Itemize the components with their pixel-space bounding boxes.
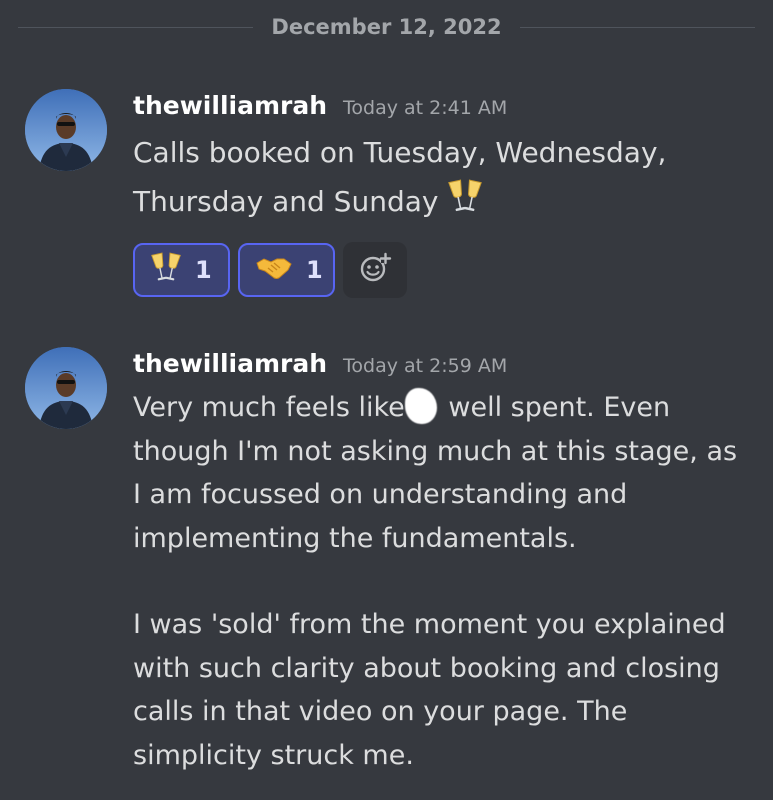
message-content: thewilliamrah Today at 2:41 AM Calls boo… — [133, 84, 753, 298]
message-content: thewilliamrah Today at 2:59 AM Very much… — [133, 342, 753, 777]
message-header: thewilliamrah Today at 2:41 AM — [133, 84, 753, 128]
avatar-image — [25, 347, 107, 429]
clinking-glasses-icon — [151, 252, 181, 288]
message-text: Very much feels like well spent. Even th… — [133, 386, 753, 777]
avatar-image — [25, 89, 107, 171]
avatar[interactable] — [25, 89, 107, 171]
reactions-bar: 1 1 — [133, 242, 753, 298]
divider-line-left — [18, 26, 254, 28]
message-header: thewilliamrah Today at 2:59 AM — [133, 342, 753, 386]
date-divider-label: December 12, 2022 — [271, 15, 502, 39]
add-reaction-button[interactable] — [343, 242, 407, 298]
timestamp[interactable]: Today at 2:59 AM — [343, 355, 507, 377]
timestamp[interactable]: Today at 2:41 AM — [343, 97, 507, 119]
add-reaction-icon — [358, 251, 392, 289]
username[interactable]: thewilliamrah — [133, 84, 327, 128]
reaction-count: 1 — [195, 256, 212, 284]
date-divider: December 12, 2022 — [18, 12, 755, 42]
avatar[interactable] — [25, 347, 107, 429]
message-text-content: Calls booked on Tuesday, Wednesday, Thur… — [133, 136, 667, 218]
reaction-handshake[interactable]: 1 — [238, 243, 335, 297]
clinking-glasses-icon — [448, 179, 483, 230]
message-paragraph: Very much feels like well spent. Even th… — [133, 386, 753, 560]
message-text: Calls booked on Tuesday, Wednesday, Thur… — [133, 128, 753, 230]
handshake-icon — [256, 254, 292, 286]
redaction-mark — [404, 388, 437, 424]
username[interactable]: thewilliamrah — [133, 342, 327, 386]
paragraph-text-start: Very much feels like — [133, 392, 405, 423]
reaction-clinking-glasses[interactable]: 1 — [133, 243, 230, 297]
divider-line-right — [519, 26, 755, 28]
reaction-count: 1 — [306, 256, 323, 284]
message-paragraph: I was 'sold' from the moment you explain… — [133, 609, 726, 771]
